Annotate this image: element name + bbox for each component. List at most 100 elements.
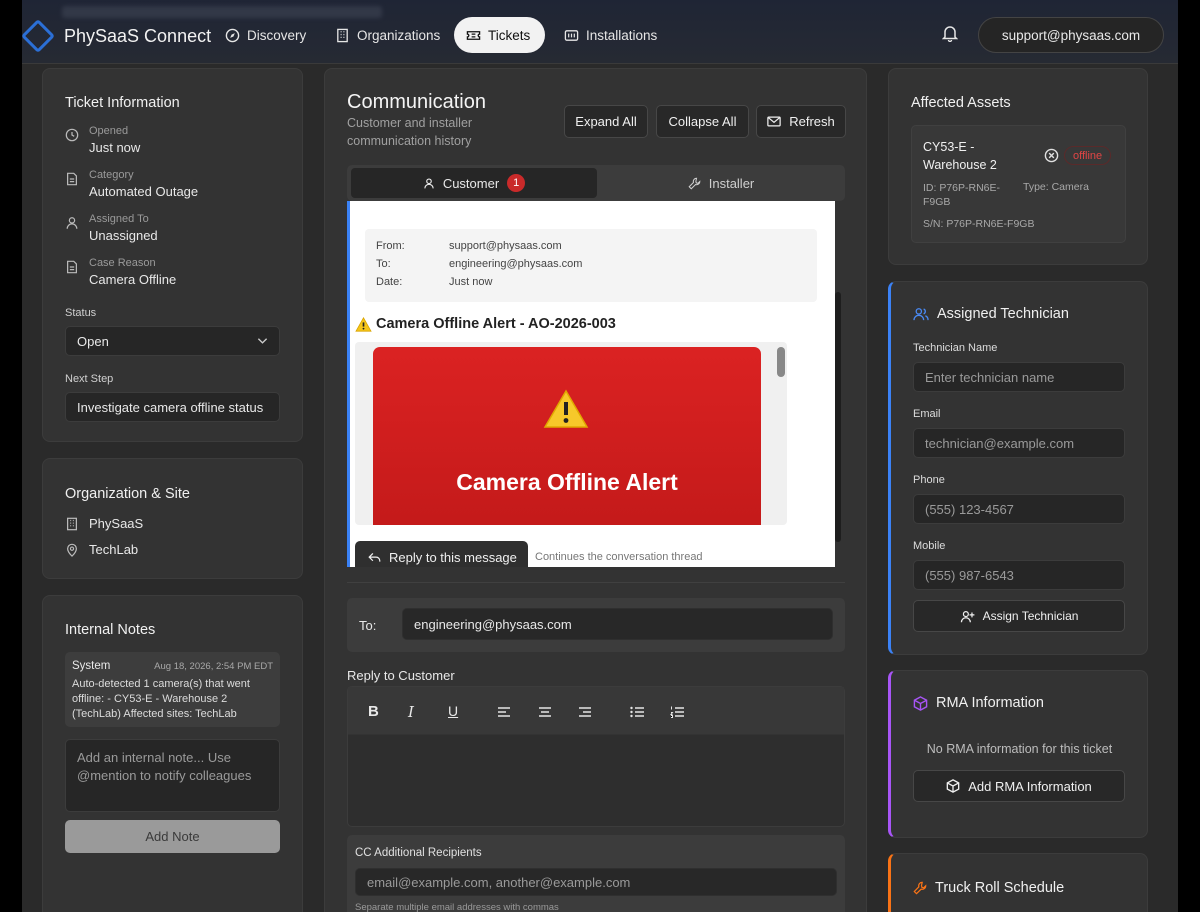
expand-all-button[interactable]: Expand All — [564, 105, 648, 138]
asset-name: CY53-E - Warehouse 2 — [923, 140, 997, 172]
rma-information-card: RMA Information No RMA information for t… — [888, 670, 1148, 838]
card-title: Truck Roll Schedule — [935, 880, 1065, 896]
building-icon — [67, 517, 77, 530]
nav-organizations[interactable]: Organizations — [323, 17, 452, 53]
align-right-icon[interactable] — [578, 706, 592, 718]
nav-discovery[interactable]: Discovery — [213, 17, 318, 53]
card-header: Truck Roll Schedule — [913, 880, 1064, 896]
nav-installations[interactable]: Installations — [552, 17, 669, 53]
notifications-bell-icon[interactable] — [941, 24, 959, 47]
email-scrollbar[interactable] — [777, 347, 785, 377]
reply-editor: B I U — [347, 686, 845, 827]
technician-email-label: Email — [913, 408, 941, 420]
category-value: Automated Outage — [89, 184, 199, 199]
card-title: Assigned Technician — [937, 306, 1069, 322]
bold-icon[interactable]: B — [368, 703, 379, 720]
nav-label: Discovery — [247, 27, 307, 43]
assigned-item: Assigned To Unassigned — [65, 213, 158, 243]
wrench-icon — [913, 881, 927, 895]
email-subject: Camera Offline Alert - AO-2026-003 — [355, 316, 616, 332]
numbered-list-icon[interactable] — [670, 706, 684, 718]
status-select[interactable]: Open — [65, 326, 280, 356]
ticket-icon — [466, 28, 481, 43]
package-icon — [946, 779, 960, 793]
assign-technician-button[interactable]: Assign Technician — [913, 600, 1125, 632]
cc-section: CC Additional Recipients email@example.c… — [347, 835, 845, 912]
nav-tickets[interactable]: Tickets — [454, 17, 545, 53]
page-subtitle: Customer and installer communication his… — [347, 116, 473, 148]
add-rma-button[interactable]: Add RMA Information — [913, 770, 1125, 802]
user-plus-icon — [960, 610, 974, 622]
cc-label: CC Additional Recipients — [355, 847, 482, 859]
reply-to-message-button[interactable]: Reply to this message — [355, 541, 528, 567]
opened-item: Opened Just now — [65, 125, 140, 155]
clock-icon — [65, 128, 79, 142]
editor-toolbar — [348, 687, 844, 735]
cc-input[interactable]: email@example.com, another@example.com — [355, 868, 837, 896]
asset-serial: S/N: P76P-RN6E-F9GB — [923, 218, 1035, 230]
refresh-button[interactable]: Refresh — [756, 105, 846, 138]
building-icon — [335, 28, 350, 43]
technician-mobile-input[interactable]: (555) 987-6543 — [913, 560, 1125, 590]
collapse-all-button[interactable]: Collapse All — [656, 105, 749, 138]
thread-scrollbar[interactable] — [835, 292, 841, 542]
to-label: To: — [359, 618, 377, 633]
site-item: TechLab — [65, 542, 138, 557]
top-navigation-bar: PhySaaS Connect Discovery Organizations … — [22, 0, 1178, 64]
email-from: support@physaas.com — [449, 240, 562, 252]
technician-phone-input[interactable]: (555) 123-4567 — [913, 494, 1125, 524]
align-center-icon[interactable] — [538, 706, 552, 718]
email-headers: From: support@physaas.com To: engineerin… — [365, 229, 817, 302]
document-icon — [67, 172, 77, 186]
next-step-label: Next Step — [65, 373, 114, 385]
asset-item[interactable]: CY53-E - Warehouse 2 offline ID: P76P-RN… — [911, 125, 1126, 243]
tab-customer[interactable]: Customer 1 — [351, 168, 597, 198]
internal-note-input[interactable]: Add an internal note... Use @mention to … — [65, 739, 280, 812]
card-header: Assigned Technician — [913, 306, 1069, 322]
note-author: System — [72, 660, 111, 672]
asset-type: Type: Camera — [1023, 181, 1089, 193]
compass-icon — [225, 28, 240, 43]
to-input[interactable]: engineering@physaas.com — [402, 608, 833, 640]
technician-email-input[interactable]: technician@example.com — [913, 428, 1125, 458]
status-label: Status — [65, 307, 97, 319]
reply-body-input[interactable] — [348, 736, 844, 826]
document-icon — [67, 260, 77, 274]
organization-item: PhySaaS — [65, 516, 143, 531]
underline-icon[interactable]: U — [448, 703, 458, 719]
add-note-button[interactable]: Add Note — [65, 820, 280, 853]
technician-name-label: Technician Name — [913, 342, 998, 354]
assigned-technician-card: Assigned Technician Technician Name Ente… — [888, 281, 1148, 655]
affected-assets-card: Affected Assets CY53-E - Warehouse 2 off… — [888, 68, 1148, 265]
reply-hint: Continues the conversation thread — [535, 551, 703, 563]
internal-notes-card: Internal Notes System Aug 18, 2026, 2:54… — [42, 595, 303, 912]
note-body: Auto-detected 1 camera(s) that went offl… — [72, 678, 250, 720]
bullet-list-icon[interactable] — [630, 706, 644, 718]
warning-icon — [543, 389, 589, 428]
category-item: Category Automated Outage — [65, 169, 198, 199]
case-reason-item: Case Reason Camera Offline — [65, 257, 176, 287]
installations-icon — [564, 28, 579, 43]
communication-card: Communication Customer and installer com… — [324, 68, 867, 912]
note-time: Aug 18, 2026, 2:54 PM EDT — [154, 661, 273, 672]
unread-badge: 1 — [507, 174, 526, 192]
organization-site-card: Organization & Site PhySaaS TechLab — [42, 458, 303, 579]
nav-label: Organizations — [357, 27, 441, 43]
chevron-down-icon — [257, 338, 268, 344]
alert-banner-title: Camera Offline Alert — [456, 469, 678, 495]
offline-x-icon — [1044, 148, 1059, 163]
alert-banner: Camera Offline Alert — [373, 347, 761, 525]
tab-installer[interactable]: Installer — [599, 168, 843, 198]
page-title: Communication — [347, 91, 486, 113]
card-header: RMA Information — [913, 695, 1044, 711]
email-date: Just now — [449, 276, 493, 288]
nav-label: Installations — [586, 27, 658, 43]
asset-id: ID: P76P-RN6E-F9GB — [923, 182, 1001, 208]
technician-name-input[interactable]: Enter technician name — [913, 362, 1125, 392]
next-step-input[interactable]: Investigate camera offline status — [65, 392, 280, 422]
account-menu-button[interactable]: support@physaas.com — [978, 17, 1164, 53]
align-left-icon[interactable] — [497, 706, 511, 718]
card-title: Ticket Information — [65, 95, 180, 111]
rma-empty-text: No RMA information for this ticket — [926, 742, 1113, 756]
italic-icon[interactable]: I — [408, 703, 414, 721]
